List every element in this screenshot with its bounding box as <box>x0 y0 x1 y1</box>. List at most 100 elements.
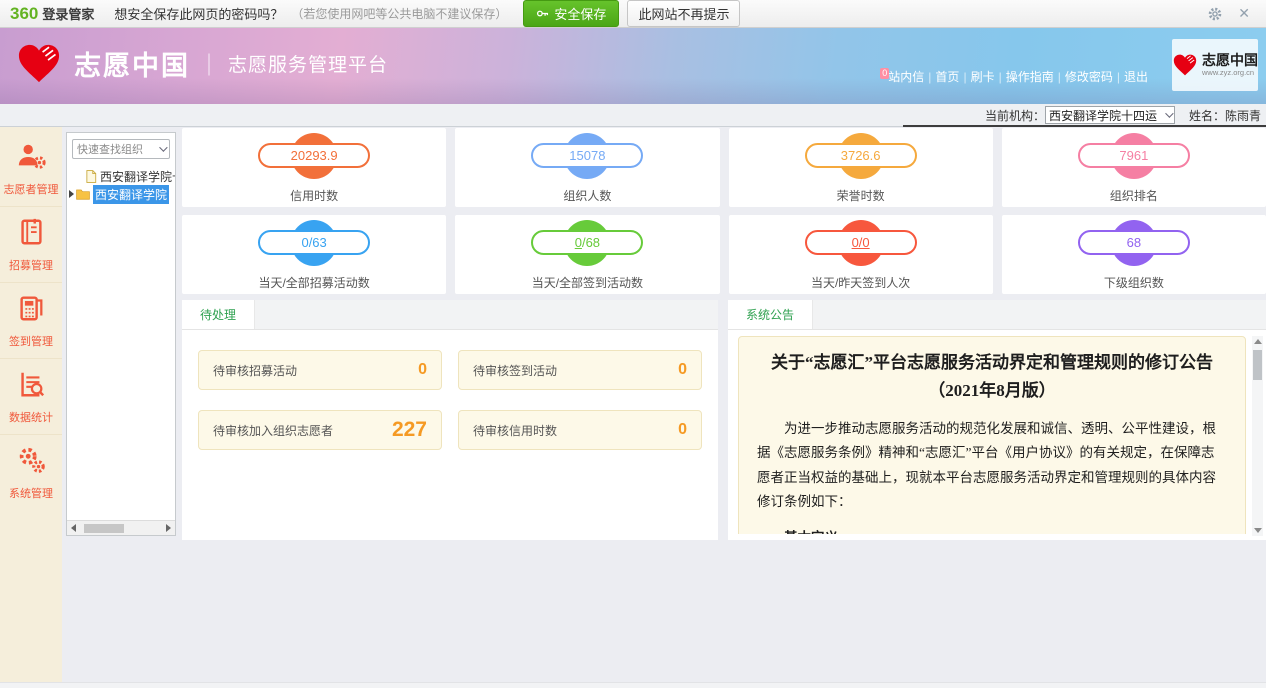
chevron-down-icon <box>159 143 167 151</box>
announcement-title: 关于“志愿汇”平台志愿服务活动界定和管理规则的修订公告 （2021年8月版） <box>757 349 1227 405</box>
lower-panels: 待处理 待审核招募活动 0 待审核签到活动 0 待审核加入组织志愿者 <box>182 300 1266 540</box>
corner-logo: 志愿中国 www.zyz.org.cn <box>1172 39 1258 91</box>
expand-arrow-icon[interactable] <box>69 190 74 198</box>
stat-value-pill: 15078 <box>531 143 643 168</box>
pending-item-credit-hours-review[interactable]: 待审核信用时数 0 <box>458 410 702 450</box>
left-sidebar: 志愿者管理 招募管理 签到管理 <box>0 127 62 682</box>
stat-value-pill: 0/63 <box>258 230 370 255</box>
tree-item-org-folder[interactable]: 西安翻译学院 <box>67 185 175 203</box>
scrollbar-thumb[interactable] <box>1253 350 1262 380</box>
nav-change-password-link[interactable]: 修改密码 <box>1065 70 1124 84</box>
announcement-body: 关于“志愿汇”平台志愿服务活动界定和管理规则的修订公告 （2021年8月版） 为… <box>728 330 1266 534</box>
scroll-right-icon[interactable] <box>166 524 171 532</box>
stat-card-sub-orgs: 68 下级组织数 <box>1002 215 1266 294</box>
key-icon <box>536 7 549 20</box>
tree-item-label-selected: 西安翻译学院 <box>93 185 169 204</box>
announcement-tabstrip: 系统公告 <box>728 300 1266 330</box>
stat-card-recruit-activities: 0/63 当天/全部招募活动数 <box>182 215 446 294</box>
stat-card-org-members: 15078 组织人数 <box>455 128 719 207</box>
nav-swipe-card-link[interactable]: 刷卡 <box>971 70 1006 84</box>
sidebar-item-checkin-management[interactable]: 签到管理 <box>0 283 62 359</box>
announcement-section-heading: 一、基本定义 <box>757 526 1227 534</box>
current-org-label: 当前机构： <box>985 107 1045 124</box>
sidebar-item-recruit-management[interactable]: 招募管理 <box>0 207 62 283</box>
save-password-hint: （若您使用网吧等公共电脑不建议保存） <box>291 5 507 22</box>
save-password-question: 想安全保存此网页的密码吗？ <box>114 4 283 23</box>
pending-item-checkin-review[interactable]: 待审核签到活动 0 <box>458 350 702 390</box>
sidebar-item-data-statistics[interactable]: 数据统计 <box>0 359 62 435</box>
stat-value-pill: 3726.6 <box>805 143 917 168</box>
nav-home-link[interactable]: 首页 <box>935 70 970 84</box>
sidebar-item-label: 志愿者管理 <box>0 181 62 197</box>
pending-tabstrip: 待处理 <box>182 300 718 330</box>
user-name: 姓名：陈雨青 <box>1189 107 1261 124</box>
settings-gear-icon[interactable] <box>1208 7 1222 21</box>
context-bar-underline <box>903 125 1266 127</box>
heart-logo-icon <box>16 42 62 85</box>
stat-cards-grid: 20293.9 信用时数 15078 组织人数 3726.6 荣誉时数 7961 <box>182 128 1266 294</box>
sidebar-item-system-management[interactable]: 系统管理 <box>0 435 62 510</box>
current-org-select[interactable]: 西安翻译学院十四运 <box>1045 106 1175 124</box>
stat-label: 当天/昨天签到人次 <box>811 274 910 291</box>
scroll-down-icon[interactable] <box>1254 528 1262 533</box>
scroll-left-icon[interactable] <box>71 524 76 532</box>
safe-save-button[interactable]: 安全保存 <box>523 0 619 27</box>
org-search-placeholder: 快速查找组织 <box>77 141 159 157</box>
system-manage-icon <box>16 445 46 475</box>
announcement-scrollbar[interactable] <box>1252 336 1263 536</box>
stat-value-pill: 7961 <box>1078 143 1190 168</box>
pending-item-recruit-review[interactable]: 待审核招募活动 0 <box>198 350 442 390</box>
360-password-bar: 360登录管家 想安全保存此网页的密码吗？ （若您使用网吧等公共电脑不建议保存）… <box>0 0 1266 28</box>
brand-row: 志愿中国 ｜ 志愿服务管理平台 <box>16 42 388 85</box>
pending-item-volunteer-join-review[interactable]: 待审核加入组织志愿者 227 <box>198 410 442 450</box>
tree-item-label: 西安翻译学院十四 <box>100 168 176 185</box>
announcement-card: 关于“志愿汇”平台志愿服务活动界定和管理规则的修订公告 （2021年8月版） 为… <box>738 336 1246 534</box>
context-bar: 当前机构： 西安翻译学院十四运 姓名：陈雨青 <box>0 104 1266 127</box>
announcement-paragraph: 为进一步推动志愿服务活动的规范化发展和诚信、透明、公平性建设，根据《志愿服务条例… <box>757 417 1227 514</box>
stat-label: 组织排名 <box>1110 187 1158 204</box>
tab-system-announcement[interactable]: 系统公告 <box>728 300 813 329</box>
sidebar-item-volunteer-management[interactable]: 志愿者管理 <box>0 131 62 207</box>
platform-subtitle: 志愿服务管理平台 <box>228 50 388 77</box>
tree-item-org-file[interactable]: 西安翻译学院十四 <box>67 167 175 185</box>
stat-card-org-rank: 7961 组织排名 <box>1002 128 1266 207</box>
bottom-strip <box>0 682 1266 688</box>
recruit-manage-icon <box>16 217 46 247</box>
tree-horizontal-scrollbar[interactable] <box>67 520 175 535</box>
sidebar-item-label: 系统管理 <box>0 485 62 501</box>
stat-label: 当天/全部招募活动数 <box>258 274 369 291</box>
nav-logout-link[interactable]: 退出 <box>1124 70 1148 84</box>
nav-messages-link[interactable]: 站内信 <box>888 70 935 84</box>
volunteer-manage-icon <box>16 141 46 171</box>
heart-logo-small-icon <box>1172 53 1198 77</box>
pending-count: 0 <box>418 361 427 379</box>
stat-label: 信用时数 <box>290 187 338 204</box>
stat-value-pill: 20293.9 <box>258 143 370 168</box>
pending-grid: 待审核招募活动 0 待审核签到活动 0 待审核加入组织志愿者 227 待审核 <box>182 330 718 470</box>
stat-label: 荣誉时数 <box>837 187 885 204</box>
stat-label: 下级组织数 <box>1104 274 1164 291</box>
sidebar-item-label: 招募管理 <box>0 257 62 273</box>
nav-guide-link[interactable]: 操作指南 <box>1006 70 1065 84</box>
file-icon <box>85 170 97 183</box>
org-search-select[interactable]: 快速查找组织 <box>72 139 170 159</box>
stat-card-checkin-people: 0/0 当天/昨天签到人次 <box>729 215 993 294</box>
360-logo: 360登录管家 <box>10 4 94 24</box>
current-org-value: 西安翻译学院十四运 <box>1049 107 1165 124</box>
dashboard-column: 20293.9 信用时数 15078 组织人数 3726.6 荣誉时数 7961 <box>182 128 1266 682</box>
tab-pending[interactable]: 待处理 <box>182 300 255 329</box>
pending-count: 0 <box>678 421 687 439</box>
sidebar-item-label: 数据统计 <box>0 409 62 425</box>
stat-card-honor-hours: 3726.6 荣誉时数 <box>729 128 993 207</box>
folder-icon <box>76 188 90 200</box>
no-prompt-button[interactable]: 此网站不再提示 <box>627 0 740 27</box>
title-divider: ｜ <box>198 48 220 80</box>
scrollbar-thumb[interactable] <box>84 524 124 533</box>
pending-count: 0 <box>678 361 687 379</box>
scroll-up-icon[interactable] <box>1254 339 1262 344</box>
header-nav: 0站内信首页刷卡操作指南修改密码退出 <box>880 68 1148 85</box>
content-area: 快速查找组织 西安翻译学院十四 西安翻译学院 <box>62 127 1266 682</box>
org-tree-panel: 快速查找组织 西安翻译学院十四 西安翻译学院 <box>66 132 176 536</box>
close-icon[interactable]: ✕ <box>1238 5 1250 22</box>
chevron-down-icon <box>1165 109 1173 117</box>
